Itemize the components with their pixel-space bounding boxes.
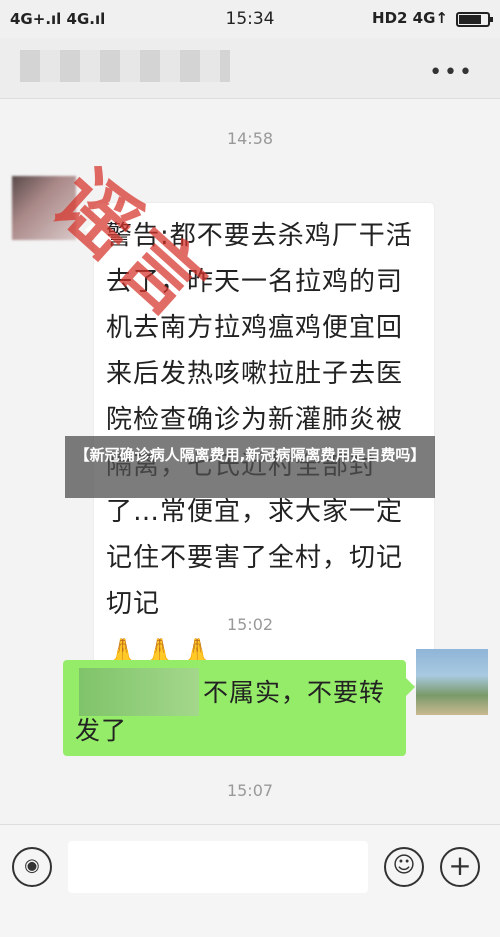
- emoji-icon[interactable]: ☺: [384, 847, 424, 887]
- timestamp: 15:02: [226, 615, 274, 634]
- blurred-contact-name: [20, 50, 230, 82]
- outgoing-message-text: 不属实，不要转发了: [75, 678, 386, 745]
- battery-icon: [456, 12, 493, 27]
- caption-overlay: 【新冠确诊病人隔离费用,新冠病隔离费用是自费吗】: [65, 436, 435, 498]
- navigation-bar: [0, 915, 500, 937]
- outgoing-message-bubble[interactable]: 不属实，不要转发了: [63, 660, 415, 756]
- voice-icon[interactable]: ◉: [12, 847, 52, 887]
- input-bar: ◉ ☺ +: [0, 824, 500, 937]
- message-input[interactable]: [68, 841, 368, 893]
- timestamp: 14:58: [226, 129, 274, 148]
- phone-screen: 4G+.ıl 4G.ıl 15:34 HD2 4G↑ ••• 14:58 警告:…: [0, 0, 500, 937]
- self-avatar[interactable]: [416, 649, 488, 715]
- battery-level: [459, 15, 481, 24]
- network-type-indicator: HD2 4G↑: [372, 9, 448, 27]
- more-dots-icon[interactable]: •••: [429, 60, 474, 85]
- plus-icon[interactable]: +: [440, 847, 480, 887]
- timestamp: 15:07: [226, 781, 274, 800]
- chat-title-bar: •••: [0, 38, 500, 99]
- status-bar: 4G+.ıl 4G.ıl 15:34 HD2 4G↑: [0, 0, 500, 38]
